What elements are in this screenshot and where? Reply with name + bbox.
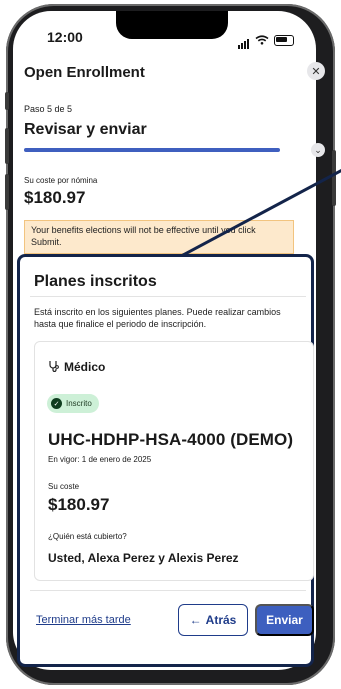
wifi-icon <box>255 35 269 45</box>
plan-cost-label: Su coste <box>48 482 80 491</box>
check-icon: ✓ <box>51 398 62 409</box>
progress-bar <box>24 148 280 152</box>
arrow-left-icon: ← <box>189 613 202 627</box>
stethoscope-icon <box>49 361 59 372</box>
divider <box>30 296 306 297</box>
close-icon[interactable]: ✕ <box>307 62 325 80</box>
signal-icon <box>238 31 250 49</box>
status-icons <box>238 31 294 49</box>
volume-up-button <box>5 128 9 164</box>
plan-effective-date: En vigor: 1 de enero de 2025 <box>48 455 152 464</box>
plan-cost-value: $180.97 <box>48 495 110 514</box>
status-time: 12:00 <box>47 29 83 45</box>
covered-label: ¿Quién está cubierto? <box>48 532 127 541</box>
plans-description: Está inscrito en los siguientes planes. … <box>34 307 281 329</box>
step-indicator: Paso 5 de 5 <box>24 104 73 114</box>
back-button[interactable]: ← Atrás <box>178 604 248 636</box>
status-badge: ✓ Inscrito <box>47 394 99 413</box>
finish-later-link[interactable]: Terminar más tarde <box>36 614 131 626</box>
payroll-cost-label: Su coste por nómina <box>24 176 98 185</box>
plan-name: UHC-HDHP-HSA-4000 (DEMO) <box>48 430 294 449</box>
submit-button[interactable]: Enviar <box>255 604 314 636</box>
plan-category: Médico <box>64 360 106 374</box>
status-bar: 12:00 <box>13 11 316 55</box>
back-label: Atrás <box>205 613 237 627</box>
volume-down-button <box>5 174 9 210</box>
header-title: Open Enrollment <box>24 64 145 81</box>
power-button <box>332 150 336 206</box>
notice-banner: Your benefits elections will not be effe… <box>24 220 294 254</box>
footer-divider <box>30 590 306 591</box>
payroll-cost-value: $180.97 <box>24 188 86 207</box>
covered-value: Usted, Alexa Perez y Alexis Perez <box>48 551 239 565</box>
step-title: Revisar y enviar <box>24 121 147 138</box>
badge-label: Inscrito <box>66 399 92 408</box>
battery-icon <box>274 34 294 46</box>
chevron-down-icon[interactable]: ⌄ <box>311 143 325 157</box>
mute-switch <box>5 92 9 110</box>
plans-title: Planes inscritos <box>34 273 157 290</box>
